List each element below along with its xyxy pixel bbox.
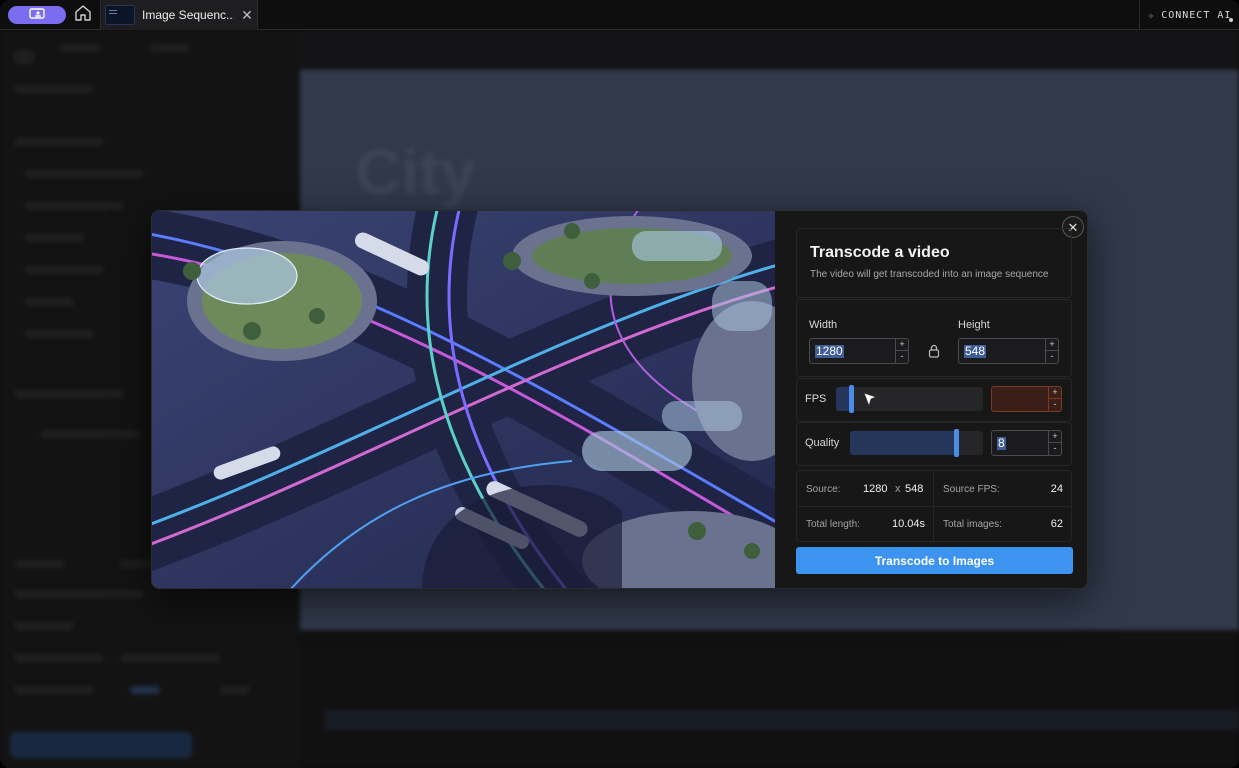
modal-title: Transcode a video <box>810 244 950 261</box>
transcode-to-images-button[interactable]: Transcode to Images <box>796 547 1073 574</box>
source-label: Source: <box>806 484 841 495</box>
total-length-value: 10.04s <box>891 518 925 530</box>
height-decrement[interactable]: - <box>1046 351 1058 363</box>
tab-thumbnail <box>105 5 135 25</box>
connect-ai-label: CONNECT AI <box>1161 9 1232 21</box>
tab-close-icon[interactable]: ✕ <box>240 7 254 24</box>
fps-slider-handle[interactable] <box>849 385 854 413</box>
height-value: 548 <box>964 344 987 358</box>
width-stepper[interactable]: + - <box>895 339 908 363</box>
source-times: x <box>895 483 901 495</box>
quality-slider-fill <box>850 431 956 455</box>
quality-input[interactable]: 8 + - <box>991 430 1062 456</box>
source-fps-value: 24 <box>1050 483 1063 495</box>
tab-image-sequence[interactable]: Image Sequenc... ✕ <box>100 0 258 30</box>
home-icon <box>74 4 92 27</box>
video-preview <box>152 211 775 588</box>
fps-input[interactable]: + - <box>991 386 1062 412</box>
transcode-modal: ✕ Transcode a video The video will get t… <box>151 210 1088 589</box>
quality-increment[interactable]: + <box>1049 431 1061 443</box>
home-button[interactable] <box>72 4 94 26</box>
quality-stepper[interactable]: + - <box>1048 431 1061 455</box>
fps-decrement[interactable]: - <box>1049 399 1061 411</box>
total-images-label: Total images: <box>943 519 1002 530</box>
source-height-value: 548 <box>905 483 924 495</box>
quality-slider[interactable] <box>850 429 983 457</box>
cursor-icon <box>863 392 878 413</box>
width-input[interactable]: 1280 + - <box>809 338 909 364</box>
width-decrement[interactable]: - <box>896 351 908 363</box>
sparkle-icon: ✧ <box>1147 8 1156 22</box>
total-length-label: Total length: <box>806 519 860 530</box>
height-input[interactable]: 548 + - <box>958 338 1059 364</box>
total-images-value: 62 <box>1050 518 1063 530</box>
modal-subtitle: The video will get transcoded into an im… <box>810 269 1049 280</box>
stats-panel: Source: 1280 x 548 Source FPS: 24 Total … <box>796 470 1072 542</box>
width-label: Width <box>809 319 838 331</box>
fps-slider[interactable] <box>836 385 983 413</box>
connect-status-dot <box>1229 18 1233 22</box>
source-fps-label: Source FPS: <box>943 484 1000 495</box>
video-preview-image <box>152 211 775 588</box>
quality-value: 8 <box>997 436 1006 450</box>
quality-label: Quality <box>805 437 840 449</box>
fps-increment[interactable]: + <box>1049 387 1061 399</box>
app-icon <box>29 6 45 24</box>
app-window: City Image Sequenc... ✕ ✧ CONNECT AI ✕ T… <box>0 0 1239 768</box>
width-value: 1280 <box>815 344 844 358</box>
height-stepper[interactable]: + - <box>1045 339 1058 363</box>
height-increment[interactable]: + <box>1046 339 1058 351</box>
fps-label: FPS <box>805 393 827 405</box>
quality-slider-handle[interactable] <box>954 429 959 457</box>
app-menu-button[interactable] <box>8 6 66 24</box>
connect-ai-button[interactable]: ✧ CONNECT AI <box>1139 0 1239 30</box>
stats-divider-horizontal <box>797 506 1071 507</box>
quality-decrement[interactable]: - <box>1049 443 1061 455</box>
height-label: Height <box>958 319 990 331</box>
modal-header: Transcode a video The video will get tra… <box>796 228 1072 298</box>
width-increment[interactable]: + <box>896 339 908 351</box>
source-width-value: 1280 <box>863 483 888 495</box>
tab-bar: Image Sequenc... ✕ ✧ CONNECT AI <box>0 0 1239 30</box>
tab-title: Image Sequenc... <box>142 8 234 22</box>
fps-stepper[interactable]: + - <box>1048 387 1061 411</box>
lock-icon[interactable] <box>927 344 941 358</box>
